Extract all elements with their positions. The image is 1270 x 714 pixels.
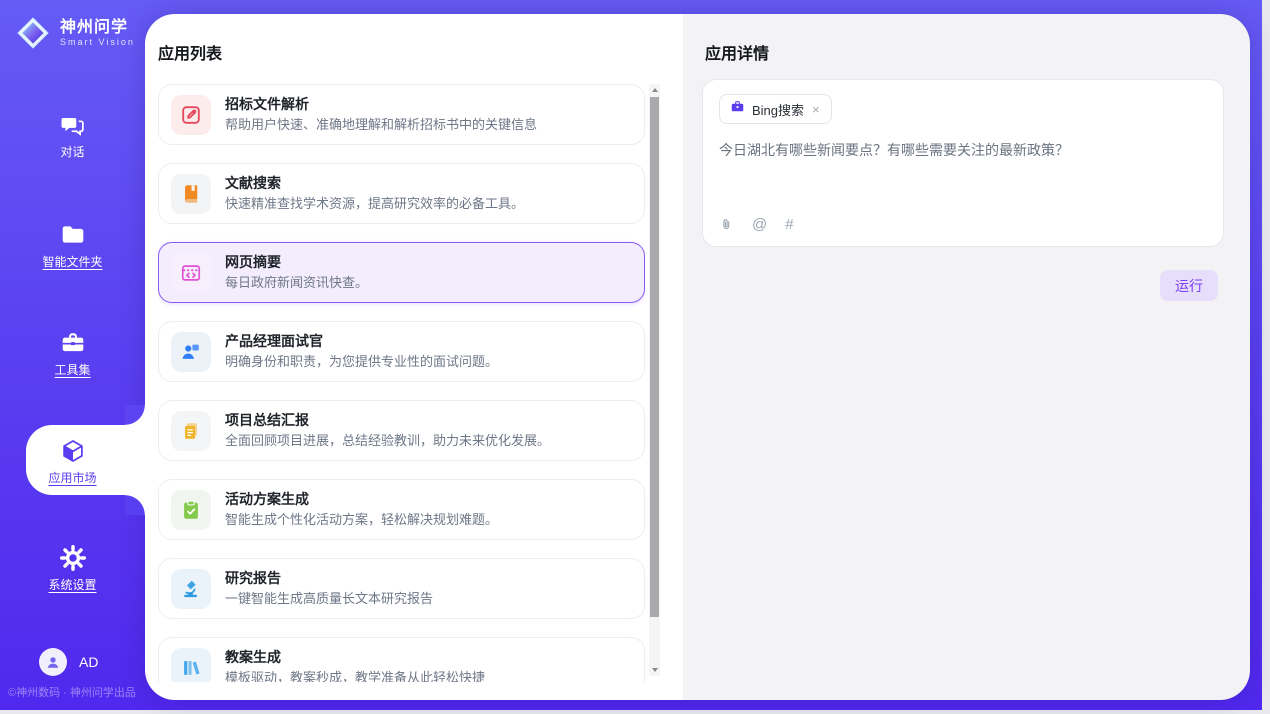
sidebar-item-chat[interactable]: 对话	[0, 112, 145, 160]
paperclip-icon[interactable]	[719, 217, 734, 232]
app-list-item[interactable]: 项目总结汇报 全面回顾项目进展，总结经验教训，助力未来优化发展。	[158, 400, 645, 461]
scroll-down-arrow-icon[interactable]	[649, 664, 660, 676]
cube-icon	[60, 438, 86, 464]
app-item-title: 招标文件解析	[225, 96, 537, 113]
sidebar: 神州问学 Smart Vision 对话 智能文件夹 工具集 应用市场 系统设置	[0, 0, 145, 710]
app-item-desc: 每日政府新闻资讯快查。	[225, 274, 368, 291]
run-button[interactable]: 运行	[1160, 270, 1218, 301]
gear-icon	[60, 545, 86, 571]
app-item-title: 活动方案生成	[225, 491, 498, 508]
app-list-item[interactable]: 产品经理面试官 明确身份和职责，为您提供专业性的面试问题。	[158, 321, 645, 382]
app-item-title: 网页摘要	[225, 254, 368, 271]
app-item-title: 文献搜索	[225, 175, 524, 192]
app-item-title: 产品经理面试官	[225, 333, 498, 350]
sidebar-item-toolkit[interactable]: 工具集	[0, 330, 145, 378]
tool-chip-bing-search[interactable]: Bing搜索 ×	[719, 94, 832, 124]
app-item-desc: 智能生成个性化活动方案，轻松解决规划难题。	[225, 511, 498, 528]
app-item-title: 项目总结汇报	[225, 412, 550, 429]
sidebar-item-smart-folders[interactable]: 智能文件夹	[0, 222, 145, 270]
sidebar-item-label: 智能文件夹	[42, 253, 102, 270]
sidebar-item-label: 对话	[60, 143, 84, 160]
app-list-item[interactable]: 文献搜索 快速精准查找学术资源，提高研究效率的必备工具。	[158, 163, 645, 224]
user-initials: AD	[79, 654, 98, 670]
sidebar-item-app-market[interactable]: 应用市场	[0, 438, 145, 486]
app-window: 神州问学 Smart Vision 对话 智能文件夹 工具集 应用市场 系统设置	[0, 0, 1270, 714]
scrollbar[interactable]	[649, 84, 660, 676]
prompt-card: Bing搜索 × 今日湖北有哪些新闻要点？有哪些需要关注的最新政策？ @#	[702, 79, 1224, 247]
app-item-desc: 快速精准查找学术资源，提高研究效率的必备工具。	[225, 195, 524, 212]
app-list-title: 应用列表	[158, 40, 222, 64]
app-frame: 神州问学 Smart Vision 对话 智能文件夹 工具集 应用市场 系统设置	[0, 0, 1262, 710]
briefcase-icon	[730, 99, 745, 119]
hash-icon[interactable]: #	[785, 216, 793, 233]
app-detail-panel: 应用详情 Bing搜索 × 今日湖北有哪些新闻要点？有哪些需要关注的最新政策？ …	[683, 14, 1250, 700]
app-list-panel: 应用列表 招标文件解析 帮助用户快速、准确地理解和解析招标书中的关键信息 文献搜…	[145, 14, 683, 700]
browser-code-icon	[171, 253, 211, 293]
tool-chip-label: Bing搜索	[752, 100, 804, 119]
toolbox-icon	[60, 330, 86, 356]
person-icon	[44, 653, 62, 671]
interviewer-icon	[171, 332, 211, 372]
user-account-button[interactable]: AD	[39, 648, 98, 676]
sidebar-item-label: 系统设置	[48, 576, 96, 593]
app-list-item[interactable]: 教案生成 模板驱动，教案秒成，教学准备从此轻松快捷	[158, 637, 645, 682]
app-item-desc: 全面回顾项目进展，总结经验教训，助力未来优化发展。	[225, 432, 550, 449]
prompt-toolbar: @#	[719, 216, 794, 233]
books-icon	[171, 648, 211, 683]
chip-close-icon[interactable]: ×	[811, 103, 821, 116]
diamond-logo-icon	[14, 14, 52, 52]
brand-logo: 神州问学 Smart Vision	[14, 14, 135, 52]
sidebar-item-label: 应用市场	[48, 469, 96, 486]
copyright-text: ©神州数码 · 神州问学出品	[8, 684, 136, 700]
avatar[interactable]	[39, 648, 67, 676]
app-list-item[interactable]: 活动方案生成 智能生成个性化活动方案，轻松解决规划难题。	[158, 479, 645, 540]
app-detail-title: 应用详情	[705, 40, 769, 64]
app-list-item[interactable]: 研究报告 一键智能生成高质量长文本研究报告	[158, 558, 645, 619]
app-item-title: 教案生成	[225, 649, 485, 666]
sidebar-item-settings[interactable]: 系统设置	[0, 545, 145, 593]
edit-square-icon	[171, 95, 211, 135]
documents-icon	[171, 411, 211, 451]
brand-name: 神州问学	[60, 19, 135, 37]
prompt-input[interactable]: 今日湖北有哪些新闻要点？有哪些需要关注的最新政策？	[719, 140, 1207, 160]
chat-icon	[60, 112, 86, 138]
scrollbar-thumb[interactable]	[650, 97, 659, 617]
at-icon[interactable]: @	[752, 216, 767, 233]
app-item-desc: 一键智能生成高质量长文本研究报告	[225, 590, 433, 607]
folder-icon	[60, 222, 86, 248]
app-list-item[interactable]: 网页摘要 每日政府新闻资讯快查。	[158, 242, 645, 303]
sidebar-item-label: 工具集	[54, 361, 90, 378]
microscope-icon	[171, 569, 211, 609]
app-list-item[interactable]: 招标文件解析 帮助用户快速、准确地理解和解析招标书中的关键信息	[158, 84, 645, 145]
app-item-desc: 模板驱动，教案秒成，教学准备从此轻松快捷	[225, 669, 485, 682]
app-item-title: 研究报告	[225, 570, 433, 587]
app-item-desc: 明确身份和职责，为您提供专业性的面试问题。	[225, 353, 498, 370]
app-item-desc: 帮助用户快速、准确地理解和解析招标书中的关键信息	[225, 116, 537, 133]
clipboard-check-icon	[171, 490, 211, 530]
scroll-up-arrow-icon[interactable]	[649, 84, 660, 96]
brand-subtitle: Smart Vision	[60, 37, 135, 48]
content-area: 应用列表 招标文件解析 帮助用户快速、准确地理解和解析招标书中的关键信息 文献搜…	[145, 14, 1250, 700]
app-list: 招标文件解析 帮助用户快速、准确地理解和解析招标书中的关键信息 文献搜索 快速精…	[158, 84, 645, 682]
book-icon	[171, 174, 211, 214]
